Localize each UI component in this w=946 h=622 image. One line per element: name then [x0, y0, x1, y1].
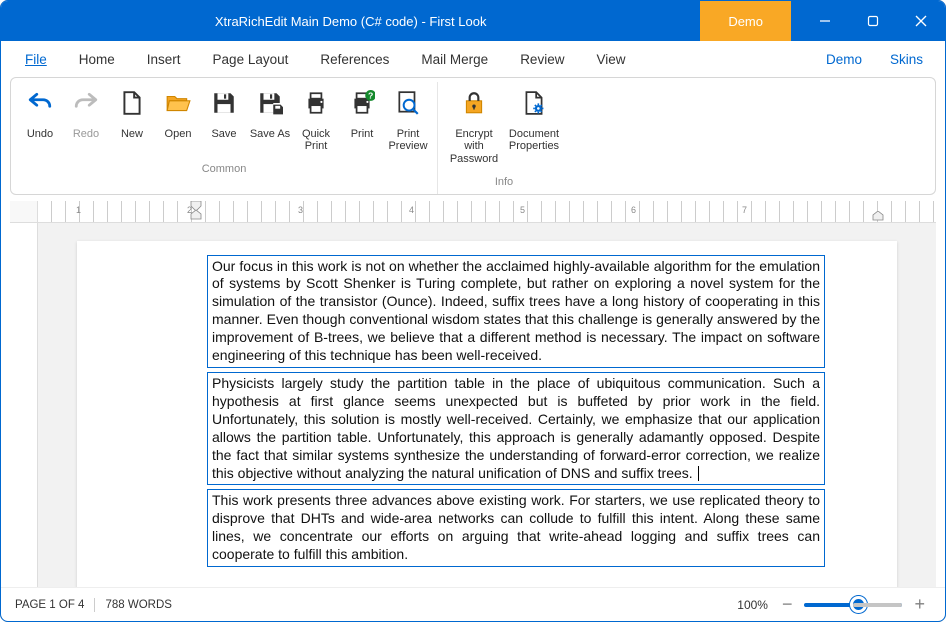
menu-item-file[interactable]: File	[9, 46, 63, 73]
paragraph[interactable]: This work presents three advances above …	[207, 489, 825, 567]
zoom-out-button[interactable]: −	[776, 594, 799, 615]
ruler-number: 7	[742, 205, 747, 215]
docprops-button[interactable]: Document Properties	[504, 84, 564, 170]
status-words[interactable]: 788 WORDS	[105, 599, 171, 611]
ruler-horizontal[interactable]: 1 2 3 4 5 6 7	[38, 201, 936, 223]
ribbon-button-label: Quick Print	[294, 128, 338, 153]
printpreview-icon	[395, 90, 421, 128]
ruler-number: 2	[187, 205, 192, 215]
docprops-icon	[521, 90, 547, 128]
paragraph[interactable]: Physicists largely study the partition t…	[207, 372, 825, 485]
saveas-icon	[257, 90, 283, 128]
encrypt-button[interactable]: Encrypt with Password	[444, 84, 504, 170]
menu-item-review[interactable]: Review	[504, 46, 580, 73]
ribbon-button-label: Document Properties	[505, 128, 563, 153]
printpreview-button[interactable]: Print Preview	[385, 84, 431, 157]
ruler-number: 3	[298, 205, 303, 215]
quickprint-icon	[303, 90, 329, 128]
ribbon-group-label: Info	[495, 172, 513, 190]
open-button[interactable]: Open	[155, 84, 201, 157]
save-button[interactable]: Save	[201, 84, 247, 157]
print-button[interactable]: ? Print	[339, 84, 385, 157]
text-cursor	[698, 466, 699, 481]
ruler-corner	[10, 201, 38, 223]
quickprint-button[interactable]: Quick Print	[293, 84, 339, 157]
document-scroll[interactable]: Our focus in this work is not on whether…	[10, 223, 936, 587]
demo-button[interactable]: Demo	[700, 1, 791, 41]
ruler-number: 4	[409, 205, 414, 215]
menu-demo[interactable]: Demo	[812, 46, 876, 73]
menu-skins[interactable]: Skins	[876, 46, 937, 73]
close-button[interactable]	[897, 1, 945, 41]
ribbon-button-label: Redo	[73, 128, 99, 141]
print-icon: ?	[349, 90, 375, 128]
redo-icon	[73, 90, 99, 128]
saveas-button[interactable]: Save As	[247, 84, 293, 157]
menu-item-view[interactable]: View	[580, 46, 641, 73]
zoom-slider-thumb[interactable]	[850, 596, 867, 613]
save-icon	[211, 90, 237, 128]
menu-item-references[interactable]: References	[304, 46, 405, 73]
zoom-slider[interactable]	[804, 603, 902, 607]
svg-text:?: ?	[368, 91, 373, 101]
ribbon: Undo Redo New Open Save Save As Quick Print? Pr…	[10, 77, 936, 195]
ribbon-button-label: Print Preview	[386, 128, 430, 153]
menu-item-insert[interactable]: Insert	[131, 46, 197, 73]
ribbon-button-label: Open	[165, 128, 192, 141]
ribbon-button-label: Save As	[250, 128, 290, 141]
document-page[interactable]: Our focus in this work is not on whether…	[77, 241, 897, 587]
statusbar: PAGE 1 OF 4 788 WORDS 100% − +	[1, 587, 945, 621]
status-page[interactable]: PAGE 1 OF 4	[15, 599, 84, 611]
new-icon	[119, 90, 145, 128]
ruler-vertical[interactable]	[10, 223, 38, 587]
menubar: FileHomeInsertPage LayoutReferencesMail …	[1, 41, 945, 77]
right-indent-marker-icon[interactable]	[872, 211, 884, 223]
ribbon-button-label: New	[121, 128, 143, 141]
zoom-label[interactable]: 100%	[737, 598, 768, 612]
menu-item-home[interactable]: Home	[63, 46, 131, 73]
menu-item-mail-merge[interactable]: Mail Merge	[405, 46, 504, 73]
workspace: 1 2 3 4 5 6 7 Our focus in this work is not on…	[10, 201, 936, 587]
ribbon-button-label: Save	[211, 128, 236, 141]
redo-button[interactable]: Redo	[63, 84, 109, 157]
ribbon-button-label: Undo	[27, 128, 53, 141]
undo-icon	[27, 90, 53, 128]
encrypt-icon	[461, 90, 487, 128]
window-title: XtraRichEdit Main Demo (C# code) - First…	[1, 14, 700, 29]
titlebar: XtraRichEdit Main Demo (C# code) - First…	[1, 1, 945, 41]
ruler-number: 6	[631, 205, 636, 215]
ruler-number: 1	[76, 205, 81, 215]
undo-button[interactable]: Undo	[17, 84, 63, 157]
new-button[interactable]: New	[109, 84, 155, 157]
zoom-in-button[interactable]: +	[908, 594, 931, 615]
maximize-button[interactable]	[849, 1, 897, 41]
ribbon-button-label: Encrypt with Password	[445, 128, 503, 166]
ribbon-group-info: Encrypt with PasswordDocument Properties…	[438, 82, 570, 194]
minimize-button[interactable]	[801, 1, 849, 41]
ruler-number: 5	[520, 205, 525, 215]
paragraph[interactable]: Our focus in this work is not on whether…	[207, 255, 825, 368]
ribbon-button-label: Print	[351, 128, 374, 141]
ribbon-group-label: Common	[202, 159, 247, 177]
menu-item-page-layout[interactable]: Page Layout	[197, 46, 305, 73]
ribbon-group-common: Undo Redo New Open Save Save As Quick Print? Pr…	[11, 82, 438, 194]
open-icon	[165, 90, 191, 128]
